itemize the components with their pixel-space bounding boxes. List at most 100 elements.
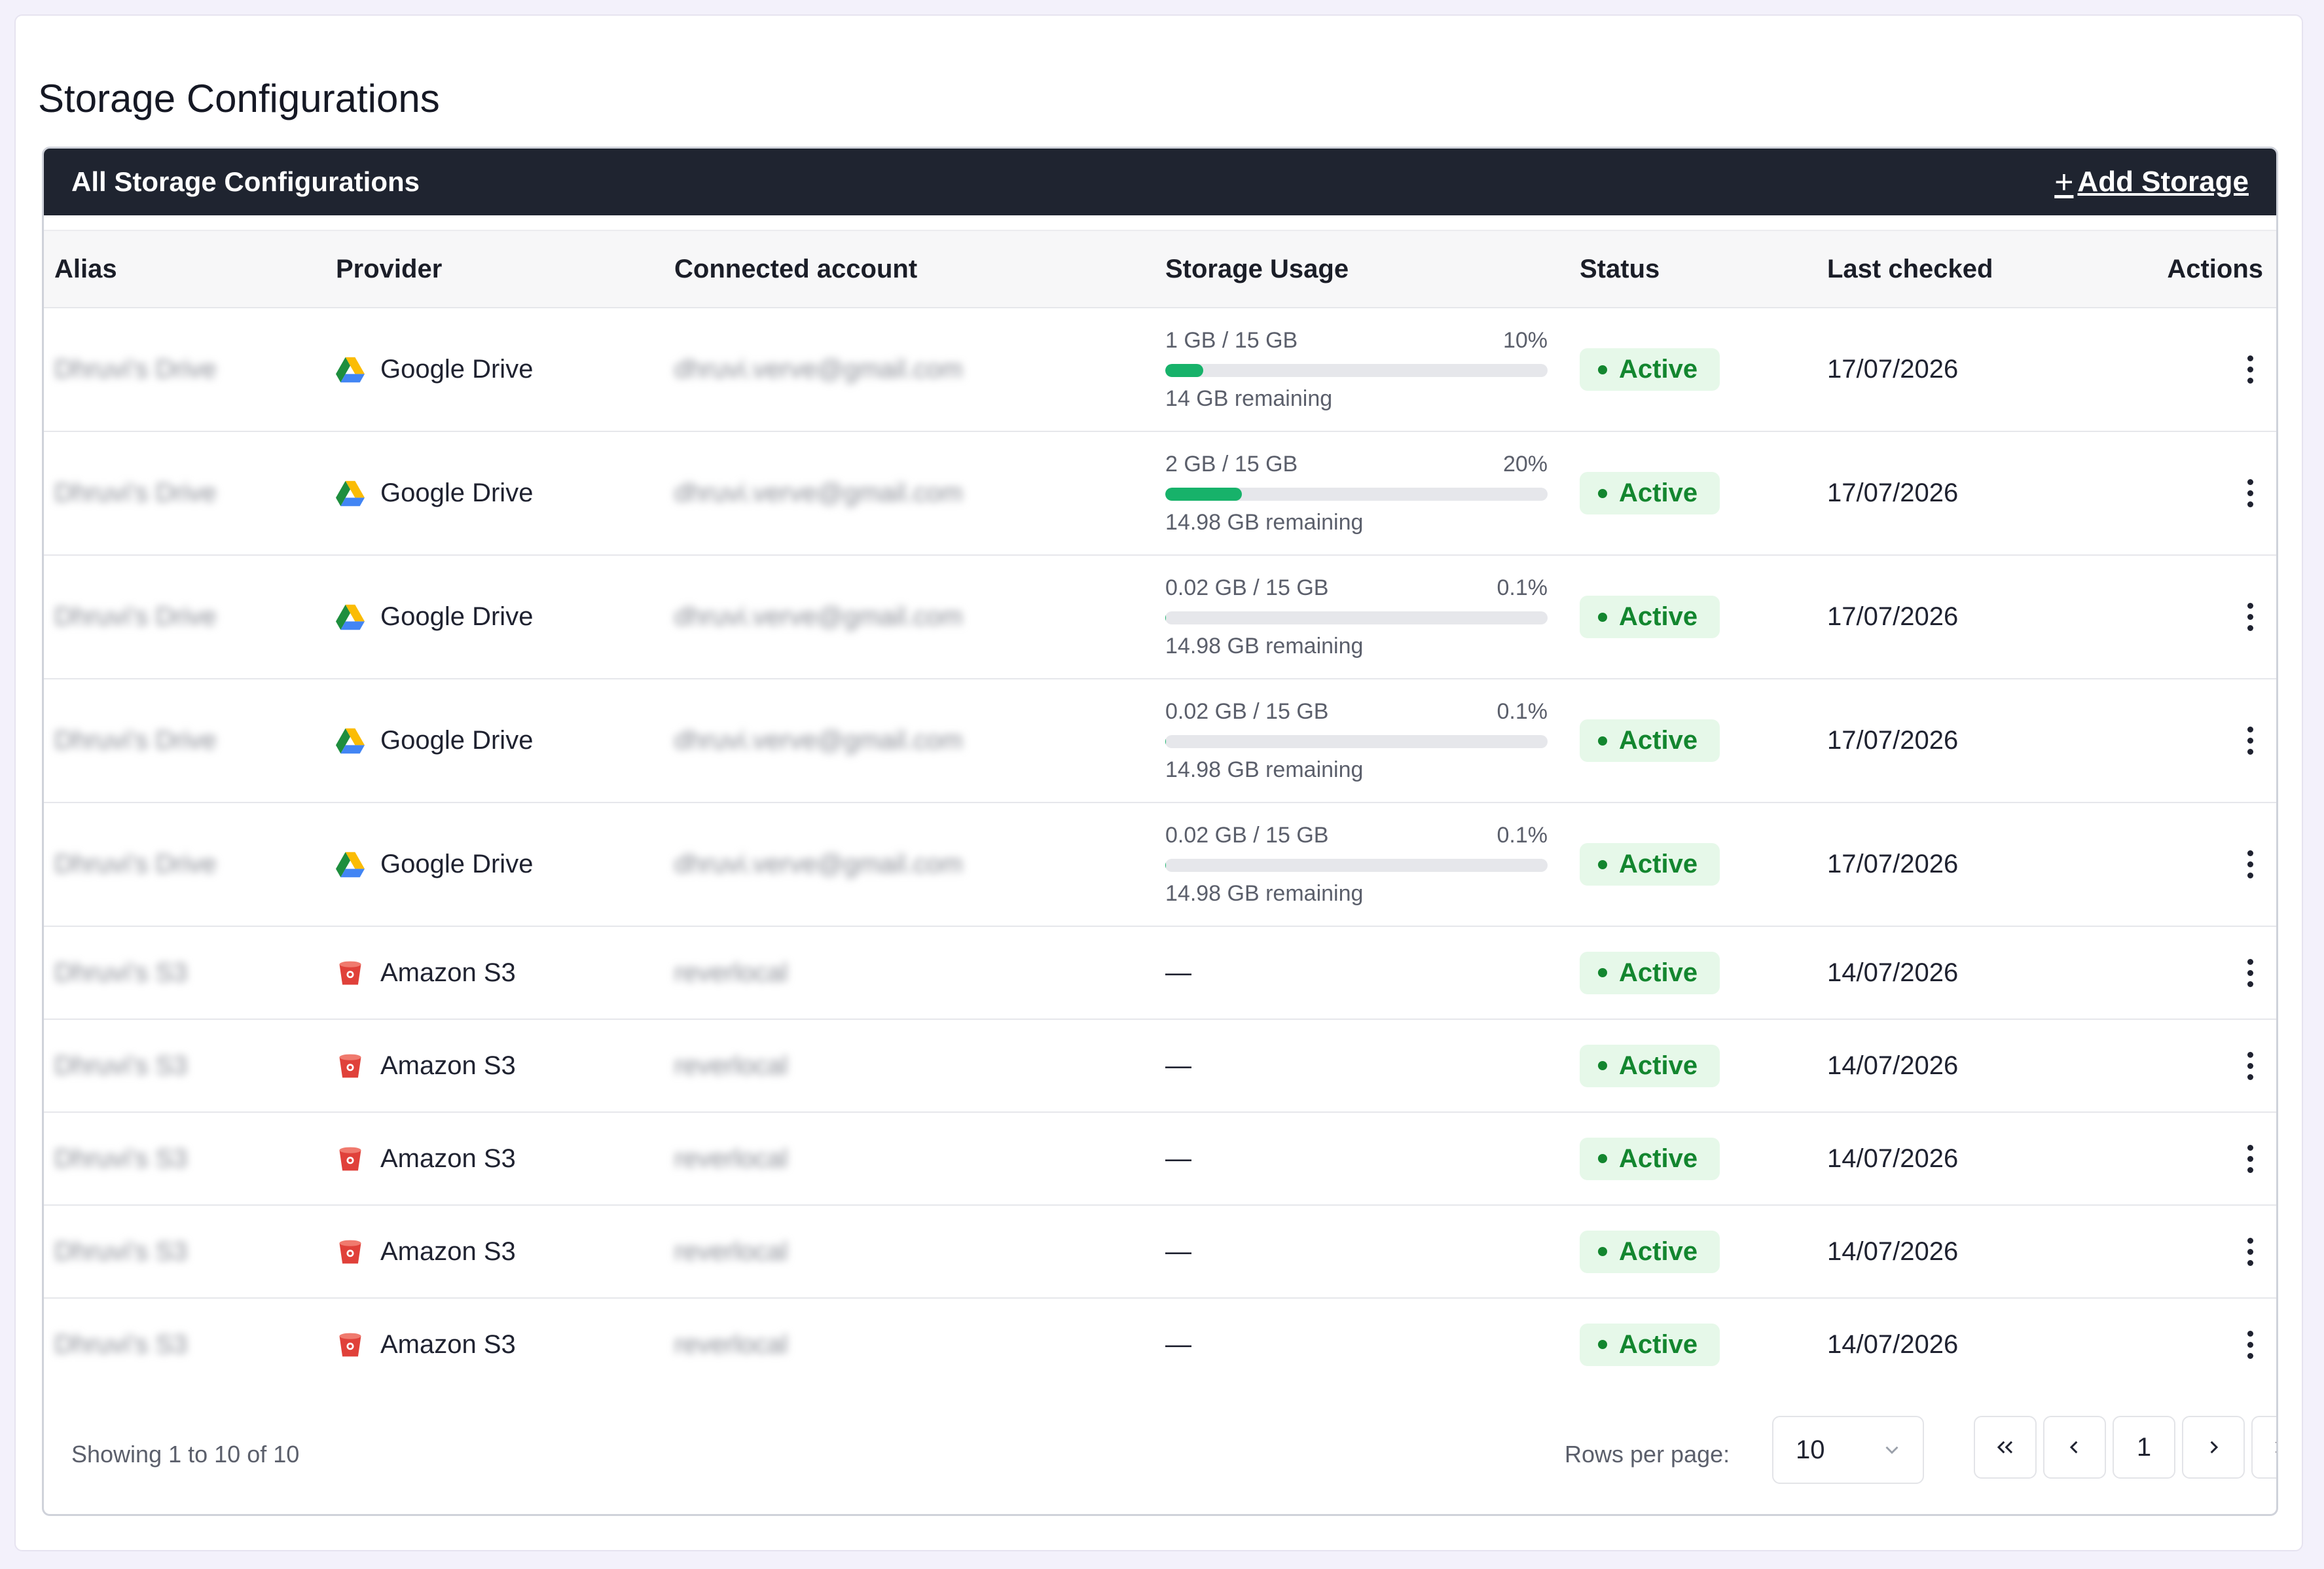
storage-usage-cell: —: [1165, 1051, 1548, 1081]
alias-cell: Dhruvi's S3: [54, 1144, 188, 1173]
amazon-s3-icon: [339, 961, 361, 985]
storage-table-card: All Storage Configurations + Add Storage…: [42, 147, 2278, 1516]
more-actions-icon[interactable]: [2237, 845, 2263, 884]
alias-cell: Dhruvi's Drive: [54, 602, 217, 631]
actions-cell: [2237, 953, 2263, 992]
chevron-right-icon: [2210, 1441, 2219, 1454]
more-actions-icon[interactable]: [2237, 1139, 2263, 1178]
add-storage-button[interactable]: + Add Storage: [2054, 163, 2249, 201]
status-dot-icon: [1598, 612, 1607, 622]
usage-remaining: 14.98 GB remaining: [1165, 880, 1364, 906]
provider-cell: Amazon S3: [336, 1330, 516, 1360]
add-storage-label: Add Storage: [2077, 166, 2249, 198]
rows-per-page-select[interactable]: 10: [1772, 1416, 1924, 1484]
usage-progress-fill: [1165, 858, 1166, 872]
double-chevron-right-icon: [2275, 1441, 2276, 1453]
status-label: Active: [1619, 1144, 1698, 1173]
column-header-account[interactable]: Connected account: [674, 255, 917, 284]
google-drive-icon: [336, 604, 365, 630]
previous-page-button[interactable]: [2043, 1416, 2106, 1479]
more-actions-icon[interactable]: [2237, 1232, 2263, 1271]
status-badge: Active: [1580, 1044, 1720, 1087]
usage-empty: —: [1165, 1329, 1191, 1359]
status-label: Active: [1619, 478, 1698, 507]
status-cell: Active: [1580, 1230, 1720, 1273]
connected-account-cell: dhruvi.verve@gmail.com: [674, 602, 963, 631]
usage-progress-fill: [1165, 611, 1166, 624]
usage-amount: 2 GB / 15 GB: [1165, 451, 1298, 477]
alias-cell: Dhruvi's Drive: [54, 355, 217, 384]
actions-cell: [2237, 721, 2263, 761]
column-header-provider[interactable]: Provider: [336, 255, 442, 284]
provider-cell: Google Drive: [336, 602, 533, 632]
column-header-usage[interactable]: Storage Usage: [1165, 255, 1548, 284]
more-actions-icon[interactable]: [2237, 350, 2263, 389]
usage-progress-bar: [1165, 734, 1548, 748]
last-checked-cell: 14/07/2026: [1827, 1329, 1959, 1359]
column-header-last-checked[interactable]: Last checked: [1827, 255, 1993, 284]
status-cell: Active: [1580, 472, 1720, 514]
page-number-button[interactable]: 1: [2113, 1416, 2175, 1479]
provider-cell: Google Drive: [336, 355, 533, 384]
provider-cell: Google Drive: [336, 478, 533, 508]
alias-cell: Dhruvi's S3: [54, 958, 188, 987]
table-row: Dhruvi's Drive Google Drive dhruvi.verve@g…: [44, 679, 2276, 803]
more-actions-icon[interactable]: [2237, 1325, 2263, 1364]
column-header-actions: Actions: [2167, 254, 2263, 283]
status-label: Active: [1619, 1051, 1698, 1080]
amazon-s3-icon: [339, 1054, 361, 1078]
column-header-alias[interactable]: Alias: [54, 255, 117, 284]
more-actions-icon[interactable]: [2237, 1046, 2263, 1085]
provider-cell: Google Drive: [336, 850, 533, 879]
usage-percent: 20%: [1502, 451, 1548, 477]
provider-name: Google Drive: [380, 478, 534, 507]
table-row: Dhruvi's Drive Google Drive dhruvi.verve@g…: [44, 556, 2276, 679]
actions-cell: [2237, 474, 2263, 513]
table-header-row: Alias Provider Connected account Storage…: [44, 230, 2276, 308]
last-checked-cell: 17/07/2026: [1827, 726, 1959, 755]
status-cell: Active: [1580, 596, 1720, 638]
table-row: Dhruvi's Drive Google Drive dhruvi.verve@g…: [44, 803, 2276, 927]
table-row: Dhruvi's S3 Amazon S3 reverlocal — Active 14/…: [44, 1113, 2276, 1206]
usage-percent: 0.1%: [1497, 575, 1548, 600]
more-actions-icon[interactable]: [2237, 598, 2263, 637]
usage-amount: 1 GB / 15 GB: [1165, 327, 1298, 353]
first-page-button[interactable]: [1974, 1416, 2037, 1479]
more-actions-icon[interactable]: [2237, 721, 2263, 761]
more-actions-icon[interactable]: [2237, 474, 2263, 513]
google-drive-icon: [336, 728, 365, 753]
table-row: Dhruvi's S3 Amazon S3 reverlocal — Active 14/…: [44, 1299, 2276, 1390]
status-dot-icon: [1598, 488, 1607, 498]
column-header-status[interactable]: Status: [1580, 255, 1660, 284]
status-dot-icon: [1598, 1340, 1607, 1349]
status-badge: Active: [1580, 596, 1720, 638]
status-badge: Active: [1580, 843, 1720, 886]
connected-account-cell: reverlocal: [674, 1236, 788, 1266]
last-checked-cell: 14/07/2026: [1827, 1051, 1959, 1080]
status-dot-icon: [1598, 1061, 1607, 1070]
usage-progress-bar: [1165, 858, 1548, 872]
actions-cell: [2237, 1325, 2263, 1364]
connected-account-cell: dhruvi.verve@gmail.com: [674, 355, 963, 384]
double-chevron-left-icon: [1997, 1441, 2013, 1454]
status-label: Active: [1619, 602, 1698, 631]
amazon-s3-icon: [339, 1333, 361, 1357]
next-page-button[interactable]: [2182, 1416, 2245, 1479]
usage-progress-bar: [1165, 363, 1548, 377]
usage-percent: 0.1%: [1497, 822, 1548, 848]
connected-account-cell: reverlocal: [674, 1051, 788, 1080]
provider-cell: Amazon S3: [336, 1144, 516, 1174]
last-page-button[interactable]: [2251, 1416, 2276, 1479]
storage-usage-cell: —: [1165, 958, 1548, 988]
amazon-s3-icon: [339, 1240, 361, 1264]
last-checked-cell: 14/07/2026: [1827, 1144, 1959, 1173]
usage-top: 0.02 GB / 15 GB 0.1%: [1165, 575, 1548, 601]
connected-account-cell: reverlocal: [674, 958, 788, 987]
storage-usage-cell: 0.02 GB / 15 GB 0.1% 14.98 GB remaining: [1165, 699, 1548, 783]
usage-remaining: 14 GB remaining: [1165, 386, 1333, 411]
table-row: Dhruvi's S3 Amazon S3 reverlocal — Active 14/…: [44, 1020, 2276, 1113]
more-actions-icon[interactable]: [2237, 953, 2263, 992]
google-drive-icon: [336, 357, 365, 382]
status-label: Active: [1619, 355, 1698, 384]
status-label: Active: [1619, 1236, 1698, 1266]
